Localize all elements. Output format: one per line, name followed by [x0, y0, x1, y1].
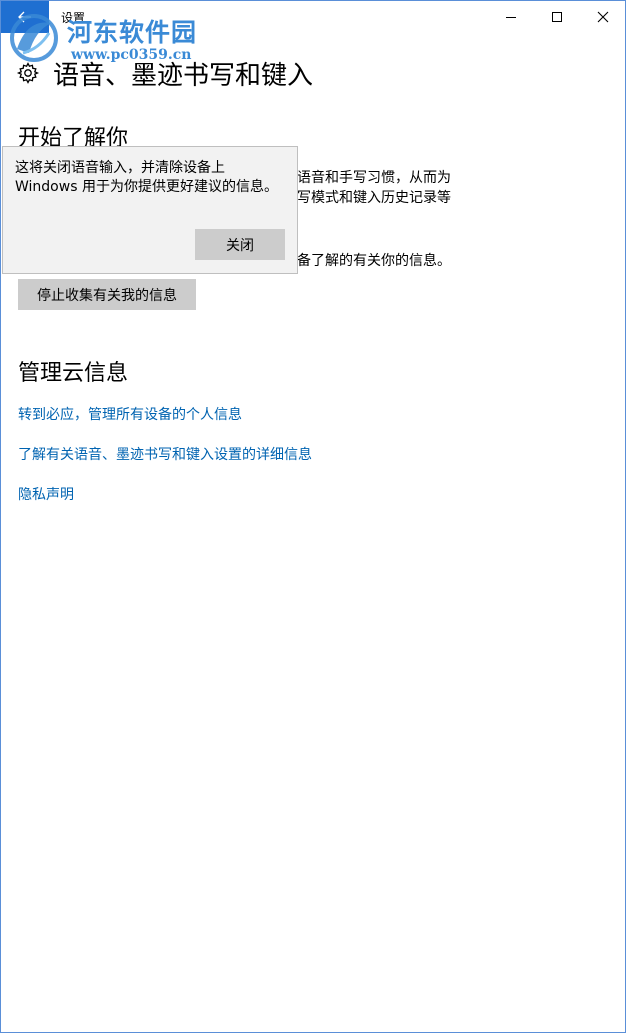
link-bing-manage[interactable]: 转到必应，管理所有设备的个人信息 [18, 404, 242, 424]
stop-collecting-button[interactable]: 停止收集有关我的信息 [18, 279, 196, 310]
page-title: 语音、墨迹书写和键入 [53, 61, 314, 91]
flyout-message: 这将关闭语音输入，并清除设备上 Windows 用于为你提供更好建议的信息。 [15, 160, 278, 195]
confirmation-flyout: 这将关闭语音输入，并清除设备上 Windows 用于为你提供更好建议的信息。 关… [2, 146, 298, 274]
description-line-3: 备了解的有关你的信息。 [297, 253, 451, 269]
link-privacy-statement[interactable]: 隐私声明 [18, 484, 74, 504]
description-line-2: 写模式和键入历史记录等 [297, 190, 451, 206]
maximize-icon [552, 12, 562, 22]
minimize-icon [506, 17, 516, 18]
close-icon [597, 11, 609, 23]
settings-window: 设置 河东软件园 www.pc0359.cn 语音、墨迹书写和键入 开始了解你 … [0, 0, 626, 1033]
description-line-1: 语音和手写习惯，从而为 [297, 170, 451, 186]
watermark-name: 河东软件园 [67, 18, 198, 47]
minimize-button[interactable] [488, 1, 534, 33]
link-learn-more[interactable]: 了解有关语音、墨迹书写和键入设置的详细信息 [18, 444, 312, 464]
close-window-button[interactable] [580, 1, 625, 33]
maximize-button[interactable] [534, 1, 580, 33]
flyout-close-button[interactable]: 关闭 [195, 229, 285, 260]
gear-icon [16, 62, 40, 84]
section-heading-cloud: 管理云信息 [18, 361, 129, 386]
